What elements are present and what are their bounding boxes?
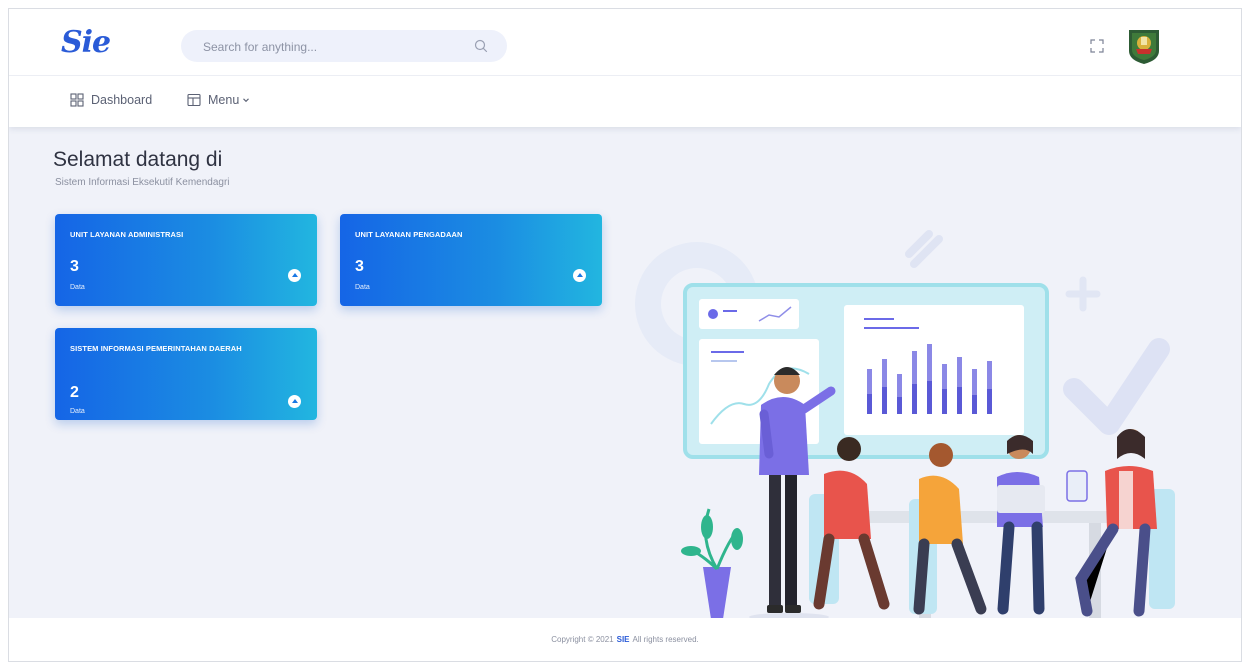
footer: Copyright © 2021 SIE All rights reserved… xyxy=(9,618,1241,661)
card-count: 3 xyxy=(355,258,364,275)
topbar: Sie xyxy=(9,9,1241,76)
search-box xyxy=(181,30,507,62)
page-subtitle: Sistem Informasi Eksekutif Kemendagri xyxy=(55,177,230,188)
card-unit-label: Data xyxy=(355,284,370,291)
nav-dashboard[interactable]: Dashboard xyxy=(69,89,152,111)
arrow-up-circle-icon[interactable] xyxy=(288,269,301,282)
meeting-illustration xyxy=(635,230,1175,621)
card-title: SISTEM INFORMASI PEMERINTAHAN DAERAH xyxy=(70,344,242,353)
card-title: UNIT LAYANAN PENGADAAN xyxy=(355,230,463,239)
avatar[interactable] xyxy=(1126,27,1162,65)
chevron-down-icon xyxy=(243,98,250,103)
card-count: 3 xyxy=(70,258,79,275)
footer-copyright: Copyright © 2021 xyxy=(551,635,614,644)
app-frame: Sie Search for anything... Dashboard Men… xyxy=(8,8,1242,662)
footer-brand[interactable]: SIE xyxy=(617,635,630,644)
dashboard-icon xyxy=(70,93,84,107)
card-sistem-informasi-pemerintahan-daerah[interactable]: SISTEM INFORMASI PEMERINTAHAN DAERAH 2 D… xyxy=(55,328,317,420)
fullscreen-icon[interactable] xyxy=(1089,38,1105,54)
navbar: Dashboard Menu xyxy=(9,75,1241,127)
page-title: Selamat datang di xyxy=(53,148,223,171)
card-count: 2 xyxy=(70,384,79,401)
card-title: UNIT LAYANAN ADMINISTRASI xyxy=(70,230,184,239)
header: Sie Search for anything... Dashboard Men… xyxy=(9,9,1241,127)
nav-menu-label: Menu xyxy=(208,93,240,107)
search-input[interactable] xyxy=(201,36,455,58)
arrow-up-circle-icon[interactable] xyxy=(288,395,301,408)
card-unit-label: Data xyxy=(70,284,85,291)
search-icon[interactable] xyxy=(473,38,489,54)
card-unit-layanan-pengadaan[interactable]: UNIT LAYANAN PENGADAAN 3 Data xyxy=(340,214,602,306)
nav-menu[interactable]: Menu xyxy=(186,89,251,111)
nav-dashboard-label: Dashboard xyxy=(91,93,153,107)
card-unit-layanan-administrasi[interactable]: UNIT LAYANAN ADMINISTRASI 3 Data xyxy=(55,214,317,306)
logo[interactable]: Sie xyxy=(61,25,111,60)
arrow-up-circle-icon[interactable] xyxy=(573,269,586,282)
footer-rights: All rights reserved. xyxy=(632,635,699,644)
menu-icon xyxy=(187,93,201,107)
card-unit-label: Data xyxy=(70,408,85,415)
